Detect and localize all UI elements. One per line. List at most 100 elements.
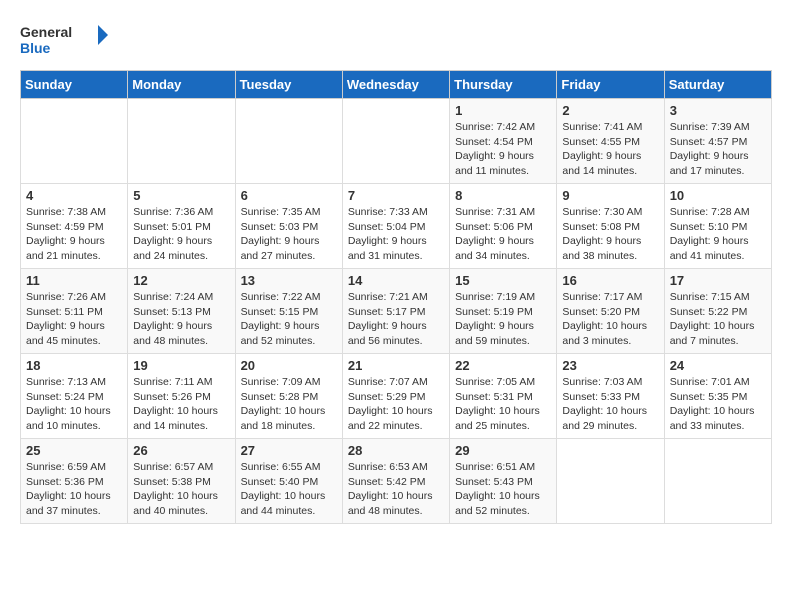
svg-text:Blue: Blue xyxy=(20,40,51,56)
calendar-cell: 6 Sunrise: 7:35 AM Sunset: 5:03 PM Daylig… xyxy=(235,184,342,269)
day-number: 24 xyxy=(670,358,766,373)
calendar-weekday-header: Friday xyxy=(557,71,664,99)
calendar-cell: 4 Sunrise: 7:38 AM Sunset: 4:59 PM Daylig… xyxy=(21,184,128,269)
day-number: 20 xyxy=(241,358,337,373)
day-info: Sunrise: 7:17 AM Sunset: 5:20 PM Dayligh… xyxy=(562,290,658,349)
day-info: Sunrise: 7:11 AM Sunset: 5:26 PM Dayligh… xyxy=(133,375,229,434)
calendar-cell: 11Sunrise: 7:26 AM Sunset: 5:11 PM Dayli… xyxy=(21,269,128,354)
day-number: 26 xyxy=(133,443,229,458)
calendar-week-row: 25 Sunrise: 6:59 AM Sunset: 5:36 PM Dayli… xyxy=(21,439,772,524)
calendar-cell: 25 Sunrise: 6:59 AM Sunset: 5:36 PM Dayli… xyxy=(21,439,128,524)
calendar-cell: 27 Sunrise: 6:55 AM Sunset: 5:40 PM Dayli… xyxy=(235,439,342,524)
calendar-cell xyxy=(342,99,449,184)
calendar-cell: 23 Sunrise: 7:03 AM Sunset: 5:33 PM Dayli… xyxy=(557,354,664,439)
day-number: 12 xyxy=(133,273,229,288)
day-info: Sunrise: 6:53 AM Sunset: 5:42 PM Dayligh… xyxy=(348,460,444,519)
day-info: Sunrise: 7:35 AM Sunset: 5:03 PM Dayligh… xyxy=(241,205,337,264)
calendar-cell: 7Sunrise: 7:33 AM Sunset: 5:04 PM Daylig… xyxy=(342,184,449,269)
calendar-cell xyxy=(128,99,235,184)
day-number: 3 xyxy=(670,103,766,118)
calendar-week-row: 4 Sunrise: 7:38 AM Sunset: 4:59 PM Daylig… xyxy=(21,184,772,269)
calendar-cell: 9 Sunrise: 7:30 AM Sunset: 5:08 PM Daylig… xyxy=(557,184,664,269)
calendar-cell: 10 Sunrise: 7:28 AM Sunset: 5:10 PM Dayli… xyxy=(664,184,771,269)
calendar-weekday-header: Tuesday xyxy=(235,71,342,99)
day-info: Sunrise: 7:15 AM Sunset: 5:22 PM Dayligh… xyxy=(670,290,766,349)
calendar-cell: 12 Sunrise: 7:24 AM Sunset: 5:13 PM Dayli… xyxy=(128,269,235,354)
calendar-cell: 28 Sunrise: 6:53 AM Sunset: 5:42 PM Dayli… xyxy=(342,439,449,524)
day-number: 16 xyxy=(562,273,658,288)
day-info: Sunrise: 7:01 AM Sunset: 5:35 PM Dayligh… xyxy=(670,375,766,434)
day-number: 9 xyxy=(562,188,658,203)
day-info: Sunrise: 7:09 AM Sunset: 5:28 PM Dayligh… xyxy=(241,375,337,434)
day-number: 8 xyxy=(455,188,551,203)
calendar-cell: 15 Sunrise: 7:19 AM Sunset: 5:19 PM Dayli… xyxy=(450,269,557,354)
day-info: Sunrise: 7:05 AM Sunset: 5:31 PM Dayligh… xyxy=(455,375,551,434)
logo: General Blue xyxy=(20,20,110,60)
calendar-week-row: 1Sunrise: 7:42 AM Sunset: 4:54 PM Daylig… xyxy=(21,99,772,184)
day-info: Sunrise: 7:21 AM Sunset: 5:17 PM Dayligh… xyxy=(348,290,444,349)
day-info: Sunrise: 7:24 AM Sunset: 5:13 PM Dayligh… xyxy=(133,290,229,349)
day-info: Sunrise: 7:26 AM Sunset: 5:11 PM Dayligh… xyxy=(26,290,122,349)
day-number: 22 xyxy=(455,358,551,373)
day-number: 10 xyxy=(670,188,766,203)
calendar-cell: 29Sunrise: 6:51 AM Sunset: 5:43 PM Dayli… xyxy=(450,439,557,524)
day-info: Sunrise: 7:39 AM Sunset: 4:57 PM Dayligh… xyxy=(670,120,766,179)
calendar-table: SundayMondayTuesdayWednesdayThursdayFrid… xyxy=(20,70,772,524)
day-number: 21 xyxy=(348,358,444,373)
calendar-cell: 13 Sunrise: 7:22 AM Sunset: 5:15 PM Dayli… xyxy=(235,269,342,354)
calendar-week-row: 18 Sunrise: 7:13 AM Sunset: 5:24 PM Dayli… xyxy=(21,354,772,439)
calendar-cell: 26 Sunrise: 6:57 AM Sunset: 5:38 PM Dayli… xyxy=(128,439,235,524)
calendar-weekday-header: Wednesday xyxy=(342,71,449,99)
day-info: Sunrise: 6:55 AM Sunset: 5:40 PM Dayligh… xyxy=(241,460,337,519)
calendar-cell: 5Sunrise: 7:36 AM Sunset: 5:01 PM Daylig… xyxy=(128,184,235,269)
calendar-cell: 22 Sunrise: 7:05 AM Sunset: 5:31 PM Dayli… xyxy=(450,354,557,439)
calendar-cell: 14 Sunrise: 7:21 AM Sunset: 5:17 PM Dayli… xyxy=(342,269,449,354)
svg-text:General: General xyxy=(20,24,72,40)
logo-svg: General Blue xyxy=(20,20,110,60)
day-info: Sunrise: 7:38 AM Sunset: 4:59 PM Dayligh… xyxy=(26,205,122,264)
day-info: Sunrise: 7:31 AM Sunset: 5:06 PM Dayligh… xyxy=(455,205,551,264)
day-info: Sunrise: 7:19 AM Sunset: 5:19 PM Dayligh… xyxy=(455,290,551,349)
calendar-cell: 18 Sunrise: 7:13 AM Sunset: 5:24 PM Dayli… xyxy=(21,354,128,439)
day-number: 2 xyxy=(562,103,658,118)
day-info: Sunrise: 7:22 AM Sunset: 5:15 PM Dayligh… xyxy=(241,290,337,349)
calendar-cell: 8 Sunrise: 7:31 AM Sunset: 5:06 PM Daylig… xyxy=(450,184,557,269)
calendar-cell: 24 Sunrise: 7:01 AM Sunset: 5:35 PM Dayli… xyxy=(664,354,771,439)
calendar-weekday-header: Saturday xyxy=(664,71,771,99)
calendar-cell: 19 Sunrise: 7:11 AM Sunset: 5:26 PM Dayli… xyxy=(128,354,235,439)
calendar-weekday-header: Sunday xyxy=(21,71,128,99)
day-info: Sunrise: 6:59 AM Sunset: 5:36 PM Dayligh… xyxy=(26,460,122,519)
day-number: 6 xyxy=(241,188,337,203)
calendar-cell: 1Sunrise: 7:42 AM Sunset: 4:54 PM Daylig… xyxy=(450,99,557,184)
page-header: General Blue xyxy=(20,20,772,60)
day-number: 19 xyxy=(133,358,229,373)
day-number: 15 xyxy=(455,273,551,288)
day-info: Sunrise: 7:13 AM Sunset: 5:24 PM Dayligh… xyxy=(26,375,122,434)
day-number: 28 xyxy=(348,443,444,458)
day-number: 14 xyxy=(348,273,444,288)
day-info: Sunrise: 7:30 AM Sunset: 5:08 PM Dayligh… xyxy=(562,205,658,264)
day-info: Sunrise: 7:33 AM Sunset: 5:04 PM Dayligh… xyxy=(348,205,444,264)
day-info: Sunrise: 7:03 AM Sunset: 5:33 PM Dayligh… xyxy=(562,375,658,434)
day-info: Sunrise: 6:57 AM Sunset: 5:38 PM Dayligh… xyxy=(133,460,229,519)
day-number: 25 xyxy=(26,443,122,458)
day-number: 23 xyxy=(562,358,658,373)
calendar-cell xyxy=(664,439,771,524)
calendar-cell: 2 Sunrise: 7:41 AM Sunset: 4:55 PM Daylig… xyxy=(557,99,664,184)
calendar-cell xyxy=(21,99,128,184)
calendar-cell: 20 Sunrise: 7:09 AM Sunset: 5:28 PM Dayli… xyxy=(235,354,342,439)
day-info: Sunrise: 6:51 AM Sunset: 5:43 PM Dayligh… xyxy=(455,460,551,519)
day-number: 13 xyxy=(241,273,337,288)
calendar-cell: 3 Sunrise: 7:39 AM Sunset: 4:57 PM Daylig… xyxy=(664,99,771,184)
calendar-cell: 16 Sunrise: 7:17 AM Sunset: 5:20 PM Dayli… xyxy=(557,269,664,354)
calendar-week-row: 11Sunrise: 7:26 AM Sunset: 5:11 PM Dayli… xyxy=(21,269,772,354)
calendar-cell: 21Sunrise: 7:07 AM Sunset: 5:29 PM Dayli… xyxy=(342,354,449,439)
day-number: 18 xyxy=(26,358,122,373)
calendar-weekday-header: Monday xyxy=(128,71,235,99)
calendar-cell xyxy=(557,439,664,524)
day-number: 4 xyxy=(26,188,122,203)
calendar-cell xyxy=(235,99,342,184)
day-info: Sunrise: 7:28 AM Sunset: 5:10 PM Dayligh… xyxy=(670,205,766,264)
day-number: 27 xyxy=(241,443,337,458)
day-info: Sunrise: 7:41 AM Sunset: 4:55 PM Dayligh… xyxy=(562,120,658,179)
